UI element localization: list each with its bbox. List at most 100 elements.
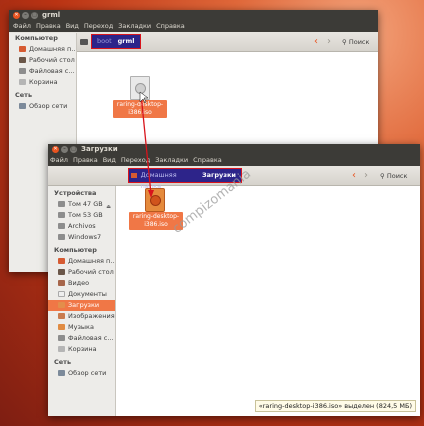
sidebar-item-label: Изображения <box>68 312 115 320</box>
search-label: Поиск <box>348 38 370 46</box>
music-icon <box>58 324 65 330</box>
sidebar-item-volume-53gb[interactable]: Том 53 GB <box>48 210 115 221</box>
sidebar-item-trash[interactable]: Корзина <box>48 344 115 355</box>
menu-bar: Файл Правка Вид Переход Закладки Справка <box>9 21 378 32</box>
search-icon: ⚲ <box>380 172 387 180</box>
sidebar-item-network[interactable]: Обзор сети <box>9 101 76 112</box>
home-icon <box>131 173 137 178</box>
sidebar-item-network[interactable]: Обзор сети <box>48 368 115 379</box>
sidebar-item-label: Домашняя п… <box>68 257 115 265</box>
sidebar-item-video[interactable]: Видео <box>48 278 115 289</box>
sidebar-item-label: Видео <box>68 279 90 287</box>
sidebar-header-network: Сеть <box>54 358 72 366</box>
file-item-iso-source[interactable]: raring-desktop- i386.iso <box>110 76 170 121</box>
window-title: grml <box>42 11 61 19</box>
menu-file[interactable]: Файл <box>50 156 68 164</box>
sidebar-item-label: Корзина <box>68 345 97 353</box>
menu-edit[interactable]: Правка <box>73 156 98 164</box>
drive-icon <box>58 212 65 218</box>
crumb-home-folder[interactable]: Домашняя папка <box>138 170 199 190</box>
menu-bookmarks[interactable]: Закладки <box>155 156 188 164</box>
network-icon <box>19 103 26 109</box>
sidebar-header-computer: Компьютер <box>15 34 58 42</box>
menu-edit[interactable]: Правка <box>36 22 61 30</box>
sidebar-item-label: Обзор сети <box>68 369 107 377</box>
menu-bookmarks[interactable]: Закладки <box>118 22 151 30</box>
documents-icon <box>58 291 65 297</box>
sidebar-item-label: Корзина <box>29 78 58 86</box>
home-icon <box>19 46 26 52</box>
sidebar-item-label: Файловая с… <box>29 67 75 75</box>
menu-help[interactable]: Справка <box>156 22 185 30</box>
sidebar-item-trash[interactable]: Корзина <box>9 77 76 88</box>
menu-view[interactable]: Вид <box>66 22 79 30</box>
trash-icon <box>19 79 26 85</box>
menu-go[interactable]: Переход <box>84 22 113 30</box>
file-label-line2: i386.iso <box>128 109 152 116</box>
sidebar-item-downloads[interactable]: Загрузки <box>48 300 115 311</box>
disc-icon <box>135 83 146 94</box>
back-arrow-icon[interactable]: ‹ <box>314 36 318 47</box>
sidebar-item-label: Музыка <box>68 323 94 331</box>
sidebar-item-filesystem[interactable]: Файловая с… <box>48 333 115 344</box>
sidebar-item-label: Том 47 GB <box>68 200 103 208</box>
minimize-button[interactable]: – <box>22 12 29 19</box>
menu-view[interactable]: Вид <box>103 156 116 164</box>
title-bar[interactable]: ✕ – □ grml <box>9 10 378 21</box>
sidebar-item-label: Windows7 <box>68 233 102 241</box>
sidebar-item-volume-47gb[interactable]: Том 47 GB ⏏ <box>48 199 115 210</box>
menu-file[interactable]: Файл <box>13 22 31 30</box>
drive-icon <box>58 234 65 240</box>
search-label: Поиск <box>386 172 408 180</box>
folder-icon <box>80 39 88 45</box>
sidebar-item-desktop[interactable]: Рабочий стол <box>9 55 76 66</box>
downloads-icon <box>58 302 65 308</box>
sidebar-item-home[interactable]: Домашняя п… <box>48 256 115 267</box>
home-icon <box>58 258 65 264</box>
maximize-button[interactable]: □ <box>31 12 38 19</box>
search-button[interactable]: ⚲ Поиск <box>380 171 407 181</box>
sidebar-item-archivos[interactable]: Archivos <box>48 221 115 232</box>
crumb-grml[interactable]: grml <box>115 36 138 47</box>
sidebar-item-home[interactable]: Домашняя п… <box>9 44 76 55</box>
close-button[interactable]: ✕ <box>13 12 20 19</box>
breadcrumb: boot grml <box>91 34 141 49</box>
sidebar-item-filesystem[interactable]: Файловая с… <box>9 66 76 77</box>
sidebar-item-documents[interactable]: Документы <box>48 289 115 300</box>
search-icon: ⚲ <box>342 38 349 46</box>
menu-help[interactable]: Справка <box>193 156 222 164</box>
filesystem-icon <box>58 335 65 341</box>
menu-bar: Файл Правка Вид Переход Закладки Справка <box>48 155 420 166</box>
title-bar[interactable]: ✕ – □ Загрузки <box>48 144 420 155</box>
sidebar-item-label: Файловая с… <box>68 334 114 342</box>
sidebar-item-label: Обзор сети <box>29 102 68 110</box>
back-arrow-icon[interactable]: ‹ <box>352 170 356 181</box>
network-icon <box>58 370 65 376</box>
close-button[interactable]: ✕ <box>52 146 59 153</box>
drive-icon <box>58 223 65 229</box>
sidebar-item-music[interactable]: Музыка <box>48 322 115 333</box>
crumb-boot[interactable]: boot <box>94 36 115 47</box>
file-label-line1: raring-desktop- <box>132 213 180 220</box>
window-title: Загрузки <box>81 145 118 153</box>
sidebar-header-devices: Устройства <box>54 189 97 197</box>
eject-icon[interactable]: ⏏ <box>106 202 111 210</box>
search-button[interactable]: ⚲ Поиск <box>342 37 369 47</box>
maximize-button[interactable]: □ <box>70 146 77 153</box>
file-label: raring-desktop- i386.iso <box>113 100 167 118</box>
forward-arrow-icon[interactable]: › <box>364 170 368 181</box>
trash-icon <box>58 346 65 352</box>
sidebar-header-computer: Компьютер <box>54 246 97 254</box>
sidebar-item-windows7[interactable]: Windows7 <box>48 232 115 243</box>
sidebar: Устройства Том 47 GB ⏏ Том 53 GB Archivos… <box>48 186 116 416</box>
sidebar-item-desktop[interactable]: Рабочий стол <box>48 267 115 278</box>
sidebar-item-label: Том 53 GB <box>68 211 103 219</box>
minimize-button[interactable]: – <box>61 146 68 153</box>
sidebar-item-pictures[interactable]: Изображения <box>48 311 115 322</box>
iso-file-icon <box>145 188 165 212</box>
sidebar-item-label: Документы <box>68 290 107 298</box>
menu-go[interactable]: Переход <box>121 156 150 164</box>
iso-file-icon <box>130 76 150 100</box>
desktop-icon <box>19 57 26 63</box>
forward-arrow-icon[interactable]: › <box>327 36 331 47</box>
